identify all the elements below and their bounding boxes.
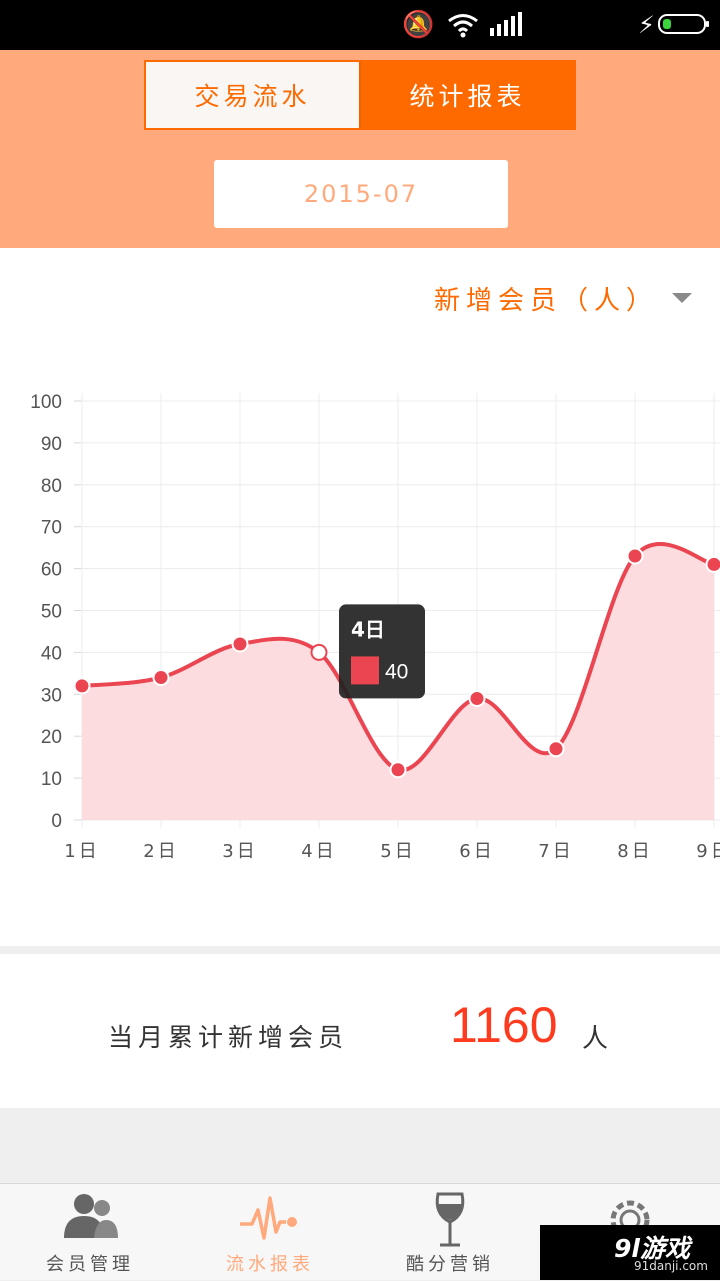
metric-dropdown[interactable]: 新增会员（人） — [434, 278, 692, 318]
data-point — [391, 762, 406, 777]
tab-flow-report[interactable]: 流水报表 — [180, 1184, 360, 1281]
summary-unit: 人 — [582, 1018, 608, 1055]
summary-label: 当月累计新增会员 — [108, 1018, 348, 1054]
line-chart: 0 10 20 30 40 50 60 70 80 90 100 1日 2日 3日 4日 5日 6日 7日 8日 9日… — [0, 248, 720, 946]
metric-label: 新增会员（人） — [434, 280, 658, 317]
mute-icon: 🔕 — [402, 10, 434, 40]
chart-panel: 0 10 20 30 40 50 60 70 80 90 100 1日 2日 3日 4日 5日 6日 7日 8日 9日… — [0, 248, 720, 946]
summary-panel: 当月累计新增会员 1160 人 — [0, 954, 720, 1108]
y-tick-label: 60 — [41, 560, 62, 581]
tab-members[interactable]: 会员管理 — [0, 1184, 180, 1281]
x-tick-label: 8日 — [617, 841, 652, 862]
y-tick-label: 100 — [30, 392, 62, 413]
y-tick-label: 80 — [41, 476, 62, 497]
x-tick-label: 4日 — [301, 841, 336, 862]
charging-bolt-icon: ⚡ — [638, 10, 655, 40]
header: 交易流水 统计报表 2015-07 — [0, 50, 720, 248]
watermark: 9l游戏 91danji.com — [540, 1225, 720, 1280]
x-tick-label: 2日 — [143, 841, 178, 862]
tab-marketing[interactable]: 酷分营销 — [360, 1184, 540, 1281]
y-tick-label: 90 — [41, 434, 62, 455]
tab-flow-report-label: 流水报表 — [180, 1250, 360, 1276]
y-tick-label: 70 — [41, 518, 62, 539]
tab-members-label: 会员管理 — [0, 1250, 180, 1276]
x-tick-label: 1日 — [64, 841, 99, 862]
tab-marketing-label: 酷分营销 — [360, 1250, 540, 1276]
x-tick-label: 5日 — [380, 841, 415, 862]
status-bar: 🔕 ⚡ — [0, 0, 720, 50]
date-picker[interactable]: 2015-07 — [214, 160, 508, 228]
y-tick-label: 0 — [51, 811, 62, 832]
battery-icon — [658, 14, 706, 34]
tab-reports[interactable]: 统计报表 — [359, 62, 574, 128]
wifi-icon — [447, 12, 479, 38]
tab-transactions[interactable]: 交易流水 — [146, 62, 359, 128]
tooltip-title: 4日 — [351, 617, 385, 641]
y-tick-label: 10 — [41, 769, 62, 790]
pulse-icon — [238, 1192, 302, 1246]
x-tick-label: 9日 — [696, 841, 720, 862]
data-point — [312, 645, 327, 660]
tooltip-swatch — [351, 656, 379, 684]
x-tick-label: 6日 — [459, 841, 494, 862]
data-point — [233, 637, 248, 652]
x-tick-label: 7日 — [538, 841, 573, 862]
view-switcher: 交易流水 统计报表 — [144, 60, 576, 130]
data-point — [470, 691, 485, 706]
data-point — [75, 678, 90, 693]
y-tick-label: 20 — [41, 727, 62, 748]
data-point — [628, 549, 643, 564]
summary-value: 1160 — [450, 996, 558, 1054]
data-point — [549, 741, 564, 756]
y-tick-label: 30 — [41, 685, 62, 706]
data-point — [707, 557, 720, 572]
watermark-site: 91danji.com — [634, 1259, 708, 1273]
signal-icon — [490, 12, 522, 36]
data-point — [154, 670, 169, 685]
caret-down-icon — [672, 293, 692, 303]
y-tick-label: 40 — [41, 643, 62, 664]
wine-glass-icon — [430, 1192, 470, 1248]
y-tick-label: 50 — [41, 602, 62, 623]
x-tick-label: 3日 — [222, 841, 257, 862]
members-icon — [60, 1192, 120, 1242]
tooltip-value: 40 — [385, 660, 408, 683]
